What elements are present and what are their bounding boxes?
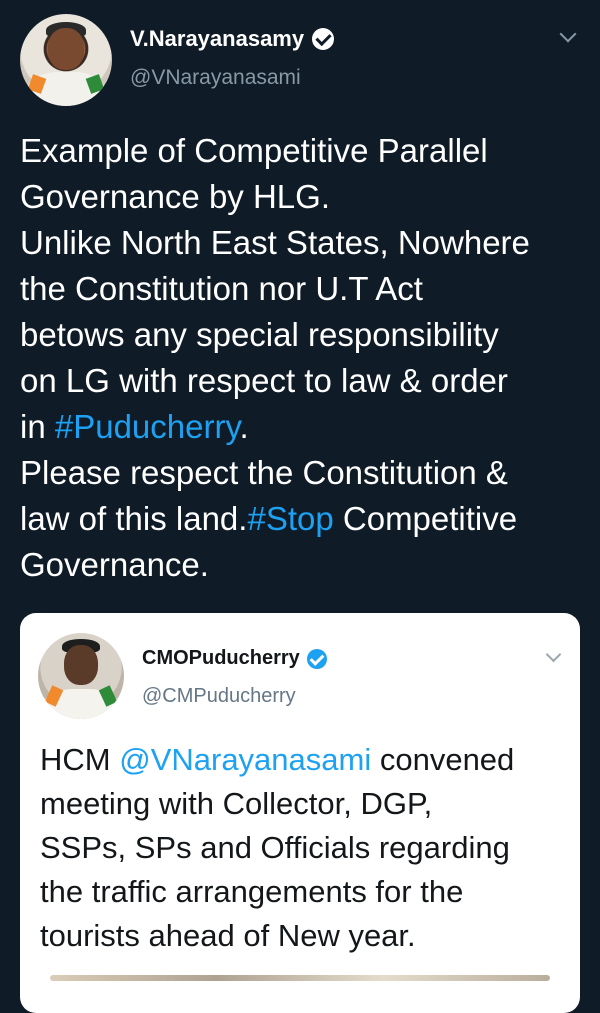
line-text: in bbox=[20, 408, 55, 445]
quoted-tweet-card[interactable]: CMOPuducherry @CMPuducherry HCM @VNaraya… bbox=[20, 613, 580, 1013]
tweet-line: on LG with respect to law & order bbox=[20, 362, 508, 399]
tweet-line: Governance. bbox=[20, 546, 209, 583]
verified-badge-icon bbox=[312, 28, 335, 50]
author-handle[interactable]: @VNarayanasami bbox=[130, 66, 301, 90]
tweet-line: betows any special responsibility bbox=[20, 316, 499, 353]
line-text: law of this land. bbox=[20, 500, 248, 537]
hashtag-link[interactable]: #Stop bbox=[247, 500, 333, 537]
tweet: V.Narayanasamy @VNarayanasami Example of… bbox=[0, 0, 600, 1013]
quoted-line: tourists ahead of New year. bbox=[40, 918, 416, 953]
author-name[interactable]: V.Narayanasamy bbox=[130, 26, 304, 52]
quoted-tweet-body: HCM @VNarayanasami convened meeting with… bbox=[40, 738, 570, 958]
quoted-line: meeting with Collector, DGP, bbox=[40, 786, 433, 821]
tweet-line: the Constitution nor U.T Act bbox=[20, 270, 423, 307]
tweet-line: Example of Competitive Parallel bbox=[20, 132, 488, 169]
mention-link[interactable]: @VNarayanasami bbox=[119, 742, 371, 777]
author-avatar[interactable] bbox=[20, 14, 112, 106]
quoted-media-preview[interactable] bbox=[50, 975, 550, 981]
tweet-line: Please respect the Constitution & bbox=[20, 454, 508, 491]
line-text: convened bbox=[371, 742, 515, 777]
quoted-author-handle[interactable]: @CMPuducherry bbox=[142, 685, 296, 708]
quoted-line: SSPs, SPs and Officials regarding bbox=[40, 830, 510, 865]
author-name-row: V.Narayanasamy bbox=[130, 26, 335, 52]
quoted-author-avatar[interactable] bbox=[38, 633, 124, 719]
chevron-down-icon[interactable] bbox=[545, 646, 562, 663]
quoted-author-name-row: CMOPuducherry bbox=[142, 647, 327, 670]
tweet-line: law of this land.#Stop Competitive bbox=[20, 496, 590, 542]
tweet-body: Example of Competitive Parallel Governan… bbox=[20, 128, 590, 588]
quoted-line: the traffic arrangements for the bbox=[40, 874, 464, 909]
quoted-author-name[interactable]: CMOPuducherry bbox=[142, 647, 300, 670]
line-text: . bbox=[239, 408, 249, 445]
quoted-line: HCM @VNarayanasami convened bbox=[40, 738, 570, 782]
tweet-line: Unlike North East States, Nowhere bbox=[20, 224, 530, 261]
chevron-down-icon[interactable] bbox=[559, 25, 577, 43]
verified-badge-icon bbox=[306, 648, 327, 669]
tweet-line: Governance by HLG. bbox=[20, 178, 330, 215]
hashtag-link[interactable]: #Puducherry bbox=[55, 408, 240, 445]
line-text: HCM bbox=[40, 742, 120, 777]
line-text: Competitive bbox=[333, 500, 518, 537]
tweet-line: in #Puducherry. bbox=[20, 404, 590, 450]
